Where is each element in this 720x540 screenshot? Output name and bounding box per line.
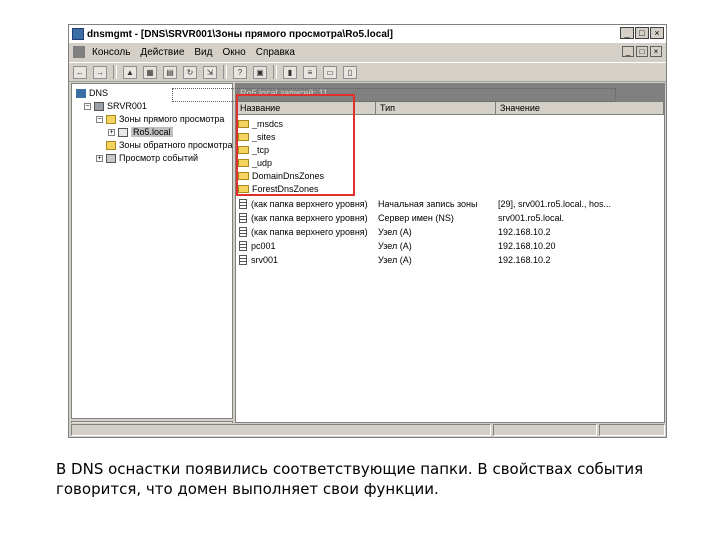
tree-node-reverse-zones[interactable]: Зоны обратного просмотра xyxy=(96,139,233,151)
up-level-icon[interactable]: ▲ xyxy=(123,65,137,79)
tree-node-dns[interactable]: DNS xyxy=(76,87,108,99)
tree-label-forward-zones: Зоны прямого просмотра xyxy=(119,114,225,124)
record-icon xyxy=(239,198,247,209)
zone-folder-icon xyxy=(106,114,116,124)
toolbar: ← → ▲ ▦ ▤ ↻ ⇲ ? ▣ ▮ ≡ ▭ ▯ xyxy=(69,62,666,82)
mmc-window: dnsmgmt - [DNS\SRVR001\Зоны прямого прос… xyxy=(68,24,667,438)
new-folder-icon[interactable]: ▭ xyxy=(323,65,337,79)
record-name: (как папка верхнего уровня) xyxy=(251,212,368,223)
close-button[interactable]: × xyxy=(650,27,664,39)
properties-icon[interactable]: ▤ xyxy=(163,65,177,79)
server-icon xyxy=(94,101,104,111)
menu-action[interactable]: Действие xyxy=(135,47,189,58)
menu-bar: Консоль Действие Вид Окно Справка xyxy=(69,43,666,61)
tree-node-forward-zones[interactable]: − Зоны прямого просмотра xyxy=(96,113,224,125)
tree-label-event-viewer: Просмотр событий xyxy=(119,153,199,163)
help-icon[interactable]: ? xyxy=(233,65,247,79)
mdi-restore-button[interactable]: □ xyxy=(636,46,648,57)
table-row[interactable]: pc001 Узел (A) 192.168.10.20 xyxy=(238,239,658,252)
record-type: Узел (A) xyxy=(378,240,412,251)
show-tree-icon[interactable]: ▦ xyxy=(143,65,157,79)
console-view-icon[interactable]: ▣ xyxy=(253,65,267,79)
console-tree: DNS − SRVR001 − Зоны прямого просмотра +… xyxy=(71,83,233,419)
record-icon xyxy=(239,226,247,237)
highlight-box xyxy=(236,94,355,196)
tree-label-server: SRVR001 xyxy=(107,101,147,111)
collapse-icon[interactable]: − xyxy=(96,115,103,123)
title-bar[interactable]: dnsmgmt - [DNS\SRVR001\Зоны прямого прос… xyxy=(69,25,666,43)
tree-label-zone-ro5: Ro5.local xyxy=(131,127,173,137)
window-title: dnsmgmt - [DNS\SRVR001\Зоны прямого прос… xyxy=(87,28,393,40)
status-bar xyxy=(69,423,666,437)
tree-label-dns: DNS xyxy=(89,88,109,98)
mmc-app-icon xyxy=(72,28,84,40)
new-zone-icon[interactable]: ▯ xyxy=(343,65,357,79)
record-value: 192.168.10.2 xyxy=(498,254,551,265)
record-name: (как папка верхнего уровня) xyxy=(251,198,368,209)
mdi-close-button[interactable]: × xyxy=(650,46,662,57)
record-type: Узел (A) xyxy=(378,226,412,237)
record-type: Узел (A) xyxy=(378,254,412,265)
event-viewer-icon xyxy=(106,153,116,163)
mdi-minimize-button[interactable]: _ xyxy=(622,46,634,57)
dns-icon xyxy=(76,88,86,98)
record-icon xyxy=(239,212,247,223)
record-name: srv001 xyxy=(251,254,279,265)
record-icon xyxy=(239,254,247,265)
record-type: Начальная запись зоны xyxy=(378,198,478,209)
export-icon[interactable]: ⇲ xyxy=(203,65,217,79)
toolbar-separator xyxy=(273,65,277,79)
table-row[interactable]: (как папка верхнего уровня) Узел (A) 192… xyxy=(238,225,658,238)
table-row[interactable]: (как папка верхнего уровня) Начальная за… xyxy=(238,197,658,210)
menu-view[interactable]: Вид xyxy=(189,47,217,58)
mdi-system-icon[interactable] xyxy=(73,46,85,58)
tree-label-reverse-zones: Зоны обратного просмотра xyxy=(119,140,233,150)
table-row[interactable]: srv001 Узел (A) 192.168.10.2 xyxy=(238,253,658,266)
collapse-icon[interactable]: − xyxy=(84,102,91,110)
minimize-button[interactable]: _ xyxy=(620,27,634,39)
column-header-type[interactable]: Тип xyxy=(376,102,496,114)
slide-caption: В DNS оснастки появились соответствующие… xyxy=(56,460,644,498)
record-name: pc001 xyxy=(251,240,276,251)
tree-node-zone-ro5[interactable]: + Ro5.local xyxy=(108,126,173,138)
menu-help[interactable]: Справка xyxy=(251,47,300,58)
expand-icon[interactable]: + xyxy=(96,154,103,162)
toolbar-separator xyxy=(223,65,227,79)
menu-console[interactable]: Консоль xyxy=(87,47,135,58)
status-segment xyxy=(493,424,597,436)
maximize-button[interactable]: □ xyxy=(635,27,649,39)
new-record-icon[interactable]: ≡ xyxy=(303,65,317,79)
zone-icon xyxy=(118,127,128,137)
tree-node-event-viewer[interactable]: + Просмотр событий xyxy=(96,152,198,164)
record-value: [29], srv001.ro5.local., hos... xyxy=(498,198,612,209)
record-name: (как папка верхнего уровня) xyxy=(251,226,368,237)
column-header-value[interactable]: Значение xyxy=(496,102,664,114)
status-segment xyxy=(71,424,491,436)
forward-icon[interactable]: → xyxy=(93,65,107,79)
record-value: srv001.ro5.local. xyxy=(498,212,565,223)
back-icon[interactable]: ← xyxy=(73,65,87,79)
toolbar-separator xyxy=(113,65,117,79)
record-type: Сервер имен (NS) xyxy=(378,212,454,223)
record-value: 192.168.10.2 xyxy=(498,226,551,237)
server-icon[interactable]: ▮ xyxy=(283,65,297,79)
expand-icon[interactable]: + xyxy=(108,128,115,136)
status-segment xyxy=(599,424,665,436)
record-icon xyxy=(239,240,247,251)
refresh-icon[interactable]: ↻ xyxy=(183,65,197,79)
tree-node-server[interactable]: − SRVR001 xyxy=(84,100,147,112)
menu-window[interactable]: Окно xyxy=(217,47,250,58)
zone-folder-icon xyxy=(106,140,116,150)
table-row[interactable]: (как папка верхнего уровня) Сервер имен … xyxy=(238,211,658,224)
record-value: 192.168.10.20 xyxy=(498,240,556,251)
